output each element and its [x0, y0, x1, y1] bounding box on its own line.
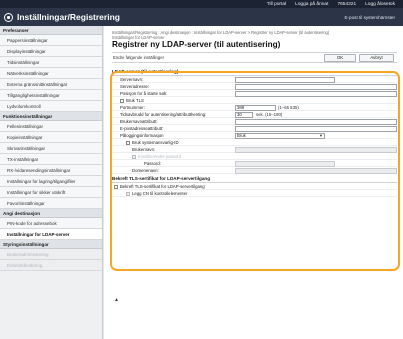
sidebar-item-favorites[interactable]: Favoritinställningar: [0, 198, 102, 209]
password-input[interactable]: [235, 160, 335, 167]
timeout-suffix: sek. (15–180): [256, 112, 283, 117]
row-server-name: Servernavn:: [112, 76, 397, 83]
row-set-password: Innstille/endre passord: [112, 153, 397, 160]
user-id: 7654321: [337, 1, 357, 7]
row-add-cn: Legg CN til kontrollelementer: [112, 190, 397, 197]
action-hint: Endre følgende inställinger: [113, 55, 165, 60]
domain-name-label: Domenenavn:: [132, 168, 159, 173]
sidebar-item-rx[interactable]: RX-/vidaresendingsinställningar: [0, 165, 102, 176]
sidebar-item-secure-print[interactable]: Inställningar for sikker utskrift: [0, 187, 102, 198]
login-info-label: Påloggingsinformasjon: [120, 133, 164, 138]
top-bar: Till portal Logga på ånnat 7654321 Logg …: [0, 0, 403, 8]
title-bar: Inställningar/Registrering E-post til sy…: [0, 8, 403, 26]
sidebar-header-preferences: Preferanser: [0, 26, 102, 35]
username-label: Brukernavn:: [132, 147, 156, 152]
main-panel: Inställningar/Registrering : Angi destin…: [104, 26, 403, 339]
set-password-label: Innstille/endre passord: [138, 154, 182, 159]
verify-tls-label: Bekreft TLS-sertifikat for LDAP-serverti…: [120, 184, 205, 189]
email-attr-input[interactable]: [235, 125, 397, 132]
sidebar-item-device-management[interactable]: Enhetshåndtering: [0, 260, 102, 271]
sidebar-item-tx[interactable]: TX-inställningar: [0, 154, 102, 165]
sidebar-item-volume[interactable]: Lydvolumkontroll: [0, 101, 102, 112]
port-label: Portnummer:: [120, 105, 145, 110]
port-range: (1–65 535): [278, 105, 299, 110]
verify-tls-checkbox[interactable]: [114, 184, 118, 189]
add-cn-checkbox[interactable]: [126, 191, 130, 196]
sidebar-item-pin-addressbook[interactable]: PIN-kode for adressebok: [0, 218, 102, 229]
sidebar-item-display[interactable]: Displayinställningar: [0, 46, 102, 57]
app-title: Inställningar/Registrering: [17, 12, 120, 22]
row-use-tls: Bruk TLS: [112, 97, 397, 104]
row-use-system-id: Bruk systemansvarlig-ID: [112, 139, 397, 146]
login-info-value: Bruk: [237, 132, 246, 138]
password-label: Passord:: [144, 161, 161, 166]
sidebar-header-destination: Angi destinasjon: [0, 209, 102, 218]
use-system-id-checkbox[interactable]: [126, 140, 130, 145]
timeout-label: Tidsavbrudd for autentisering/attributth…: [120, 112, 207, 117]
sidebar-item-accessibility[interactable]: Tillgänglighetsinställningar: [0, 90, 102, 101]
set-password-checkbox[interactable]: [132, 154, 136, 159]
sidebar-header-management: Styringsinställningar: [0, 240, 102, 249]
sidebar-item-storage[interactable]: Inställningar for lagring/tilgang/filer: [0, 176, 102, 187]
username-attr-input[interactable]: [235, 118, 397, 125]
page-title: Registrer ny LDAP-server (til autentiser…: [112, 40, 281, 49]
row-search-position: Posisjon for å starte søk:: [112, 90, 397, 97]
sidebar: Preferanser Pappersinställningar Display…: [0, 26, 103, 339]
scroll-up-icon[interactable]: ▲: [114, 297, 119, 303]
sidebar-item-copy[interactable]: Kopieinställningar: [0, 132, 102, 143]
use-tls-checkbox[interactable]: [120, 98, 124, 103]
row-port: Portnummer: 389 (1–65 535): [112, 104, 397, 111]
sidebar-item-printer[interactable]: Skrivarinställningar: [0, 143, 102, 154]
add-cn-label: Legg CN til kontrollelementer: [132, 191, 188, 196]
search-position-label: Posisjon for å starte søk:: [120, 91, 168, 96]
ldap-settings-section: LDAP-server (til autentisering) Serverna…: [112, 69, 397, 197]
row-username-attr: Brukernavnattributt:: [112, 118, 397, 125]
row-verify-tls: Bekreft TLS-sertifikat for LDAP-serverti…: [112, 183, 397, 190]
server-name-label: Servernavn:: [120, 77, 144, 82]
ldap-section-title: LDAP-server (til autentisering): [112, 69, 397, 76]
row-timeout: Tidsavbrudd for autentisering/attributth…: [112, 111, 397, 118]
chevron-down-icon: ▼: [319, 132, 323, 138]
sidebar-item-external[interactable]: Externa gränssnittinställningar: [0, 79, 102, 90]
sidebar-item-ldap[interactable]: Inställningar for LDAP-server: [0, 229, 102, 240]
sidebar-item-network[interactable]: Nätverksinställningar: [0, 68, 102, 79]
domain-name-input[interactable]: [235, 167, 397, 174]
sidebar-item-common[interactable]: Fellesinställningar: [0, 121, 102, 132]
action-bar: Endre følgende inställinger OK Avbryt: [112, 52, 397, 63]
row-username: Brukernavn:: [112, 146, 397, 153]
login-info-select[interactable]: Bruk ▼: [235, 132, 325, 139]
row-login-info: Påloggingsinformasjon Bruk ▼: [112, 132, 397, 139]
row-server-address: Serveradresse:: [112, 83, 397, 90]
use-system-id-label: Bruk systemansvarlig-ID: [132, 140, 179, 145]
ok-button[interactable]: OK: [324, 54, 356, 62]
portal-link[interactable]: Till portal: [267, 2, 286, 7]
logout-link[interactable]: Logga på ånnat: [295, 2, 328, 7]
server-address-input[interactable]: [235, 83, 397, 90]
search-position-input[interactable]: [235, 90, 397, 97]
username-input[interactable]: [235, 146, 397, 153]
timeout-input[interactable]: 30: [235, 111, 253, 118]
system-manager-link[interactable]: E-post til systemhärnster: [344, 15, 395, 20]
login-link[interactable]: Logg ålosetok: [365, 2, 395, 7]
server-address-label: Serveradresse:: [120, 84, 150, 89]
cancel-button[interactable]: Avbryt: [359, 54, 394, 62]
email-attr-label: E-postadresseattributt:: [120, 126, 164, 131]
sidebar-item-user-admin[interactable]: Brukeradministrering: [0, 249, 102, 260]
server-name-input[interactable]: [235, 76, 335, 83]
sidebar-header-functions: Funktionsinställningar: [0, 112, 102, 121]
home-icon[interactable]: [4, 12, 13, 22]
sidebar-item-timer[interactable]: Tidsinställningar: [0, 57, 102, 68]
port-input[interactable]: 389: [235, 104, 276, 111]
row-domain-name: Domenenavn:: [112, 167, 397, 174]
username-attr-label: Brukernavnattributt:: [120, 119, 158, 124]
row-email-attr: E-postadresseattributt:: [112, 125, 397, 132]
sidebar-item-paper[interactable]: Pappersinställningar: [0, 35, 102, 46]
tls-section-title: Bekreft TLS-sertifikat for LDAP-serverti…: [112, 176, 397, 183]
row-password: Passord:: [112, 160, 397, 167]
use-tls-label: Bruk TLS: [126, 98, 144, 103]
